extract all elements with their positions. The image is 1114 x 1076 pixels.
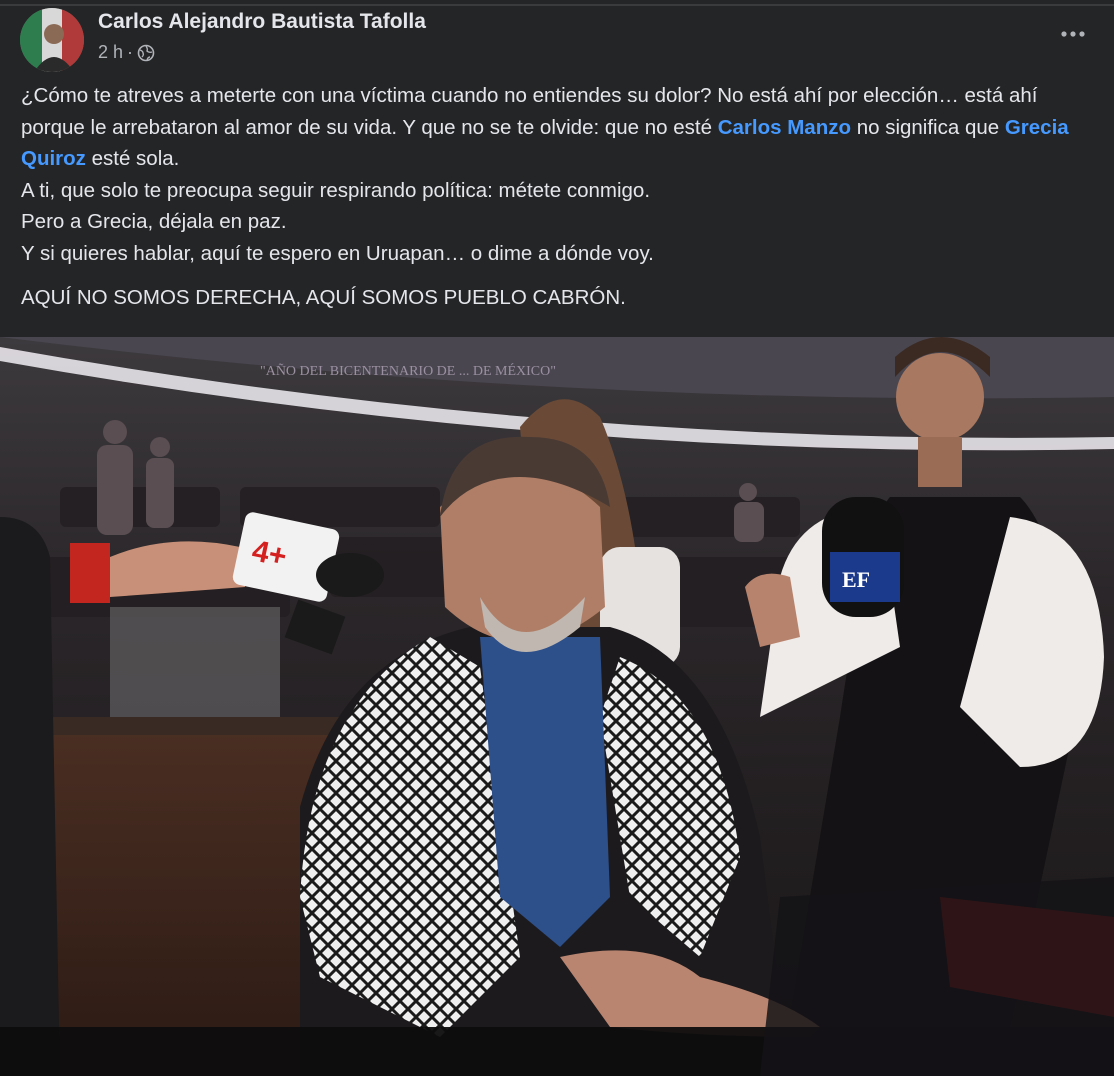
mic-left-logo: 4+ — [249, 534, 289, 573]
meta-separator: · — [127, 42, 134, 62]
post-paragraph-1: ¿Cómo te atreves a meterte con una vícti… — [21, 84, 1069, 170]
post-line-3: Pero a Grecia, déjala en paz. — [21, 210, 287, 233]
author-name[interactable]: Carlos Alejandro Bautista Tafolla — [98, 10, 426, 34]
mic-right-logo: EF — [842, 567, 870, 592]
post-photo[interactable]: "AÑO DEL BICENTENARIO DE ... DE MÉXICO" … — [0, 337, 1114, 1076]
post-meta: 2 h · — [98, 42, 155, 63]
globe-icon — [137, 44, 155, 62]
author-avatar[interactable] — [20, 8, 84, 72]
post-line-4: Y si quieres hablar, aquí te espero en U… — [21, 241, 654, 265]
wall-inscription: "AÑO DEL BICENTENARIO DE ... DE MÉXICO" — [260, 362, 556, 379]
post-line-5: AQUÍ NO SOMOS DERECHA, AQUÍ SOMOS PUEBLO… — [21, 286, 626, 309]
more-options-icon[interactable] — [1058, 22, 1088, 46]
post-body: ¿Cómo te atreves a meterte con una vícti… — [21, 80, 1101, 314]
post-line-2: A ti, que solo te preocupa seguir respir… — [21, 178, 651, 202]
mention-carlos-manzo[interactable]: Carlos Manzo — [718, 116, 851, 139]
post-header: Carlos Alejandro Bautista Tafolla 2 h · — [0, 6, 1114, 72]
post-time[interactable]: 2 h — [98, 42, 123, 63]
